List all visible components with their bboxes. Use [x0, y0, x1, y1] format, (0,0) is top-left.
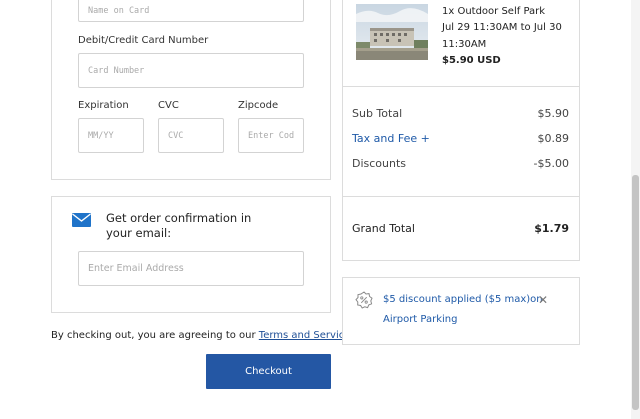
email-confirmation-title-line2: your email:	[106, 226, 172, 240]
summary-divider-top	[342, 86, 580, 87]
tax-and-fee-toggle[interactable]: Tax and Fee +	[352, 132, 430, 145]
email-confirmation-title-line1: Get order confirmation in	[106, 211, 252, 225]
cvc-input[interactable]: CVC	[158, 118, 224, 153]
name-on-card-input[interactable]: Name on Card	[78, 0, 304, 22]
item-description-line1: 1x Outdoor Self Park	[442, 6, 546, 17]
parking-thumbnail	[356, 4, 428, 60]
terms-agreement: By checking out, you are agreeing to our…	[51, 330, 356, 341]
card-number-label: Debit/Credit Card Number	[78, 35, 209, 46]
expiration-placeholder: MM/YY	[88, 130, 114, 141]
discounts-label: Discounts	[352, 157, 407, 170]
email-placeholder: Enter Email Address	[88, 263, 184, 274]
tax-and-fee-value: $0.89	[537, 132, 570, 145]
close-icon[interactable]: ✕	[538, 293, 548, 307]
email-input[interactable]: Enter Email Address	[78, 251, 304, 286]
name-on-card-placeholder: Name on Card	[88, 6, 150, 16]
expiration-label: Expiration	[78, 100, 129, 111]
discount-notice-line1: $5 discount applied ($5 max)on	[383, 294, 543, 305]
zipcode-placeholder: Enter Cod	[248, 130, 295, 141]
zipcode-input[interactable]: Enter Cod	[238, 118, 304, 153]
zipcode-label: Zipcode	[238, 100, 279, 111]
expiration-input[interactable]: MM/YY	[78, 118, 144, 153]
summary-divider-bottom	[342, 196, 580, 197]
discount-notice-line2: Airport Parking	[383, 314, 458, 325]
item-description-line2: Jul 29 11:30AM to Jul 30	[442, 22, 562, 33]
grand-total-value: $1.79	[534, 222, 569, 235]
item-description-line3: 11:30AM	[442, 39, 487, 50]
subtotal-value: $5.90	[537, 107, 570, 120]
payment-card	[51, 0, 331, 180]
discount-notice-card	[342, 277, 580, 345]
terms-prefix: By checking out, you are agreeing to our	[51, 330, 259, 341]
discounts-value: -$5.00	[533, 157, 569, 170]
envelope-icon	[72, 213, 91, 227]
scrollbar-thumb[interactable]	[632, 175, 639, 410]
card-number-input[interactable]: Card Number	[78, 53, 304, 88]
cvc-placeholder: CVC	[168, 130, 184, 141]
grand-total-label: Grand Total	[352, 222, 415, 235]
discount-badge-icon	[355, 291, 373, 309]
checkout-button[interactable]: Checkout	[206, 354, 331, 389]
subtotal-label: Sub Total	[352, 107, 403, 120]
item-price: $5.90 USD	[442, 55, 501, 66]
email-confirmation-title: Get order confirmation in your email:	[106, 211, 251, 241]
card-number-placeholder: Card Number	[88, 65, 145, 76]
cvc-label: CVC	[158, 100, 179, 111]
